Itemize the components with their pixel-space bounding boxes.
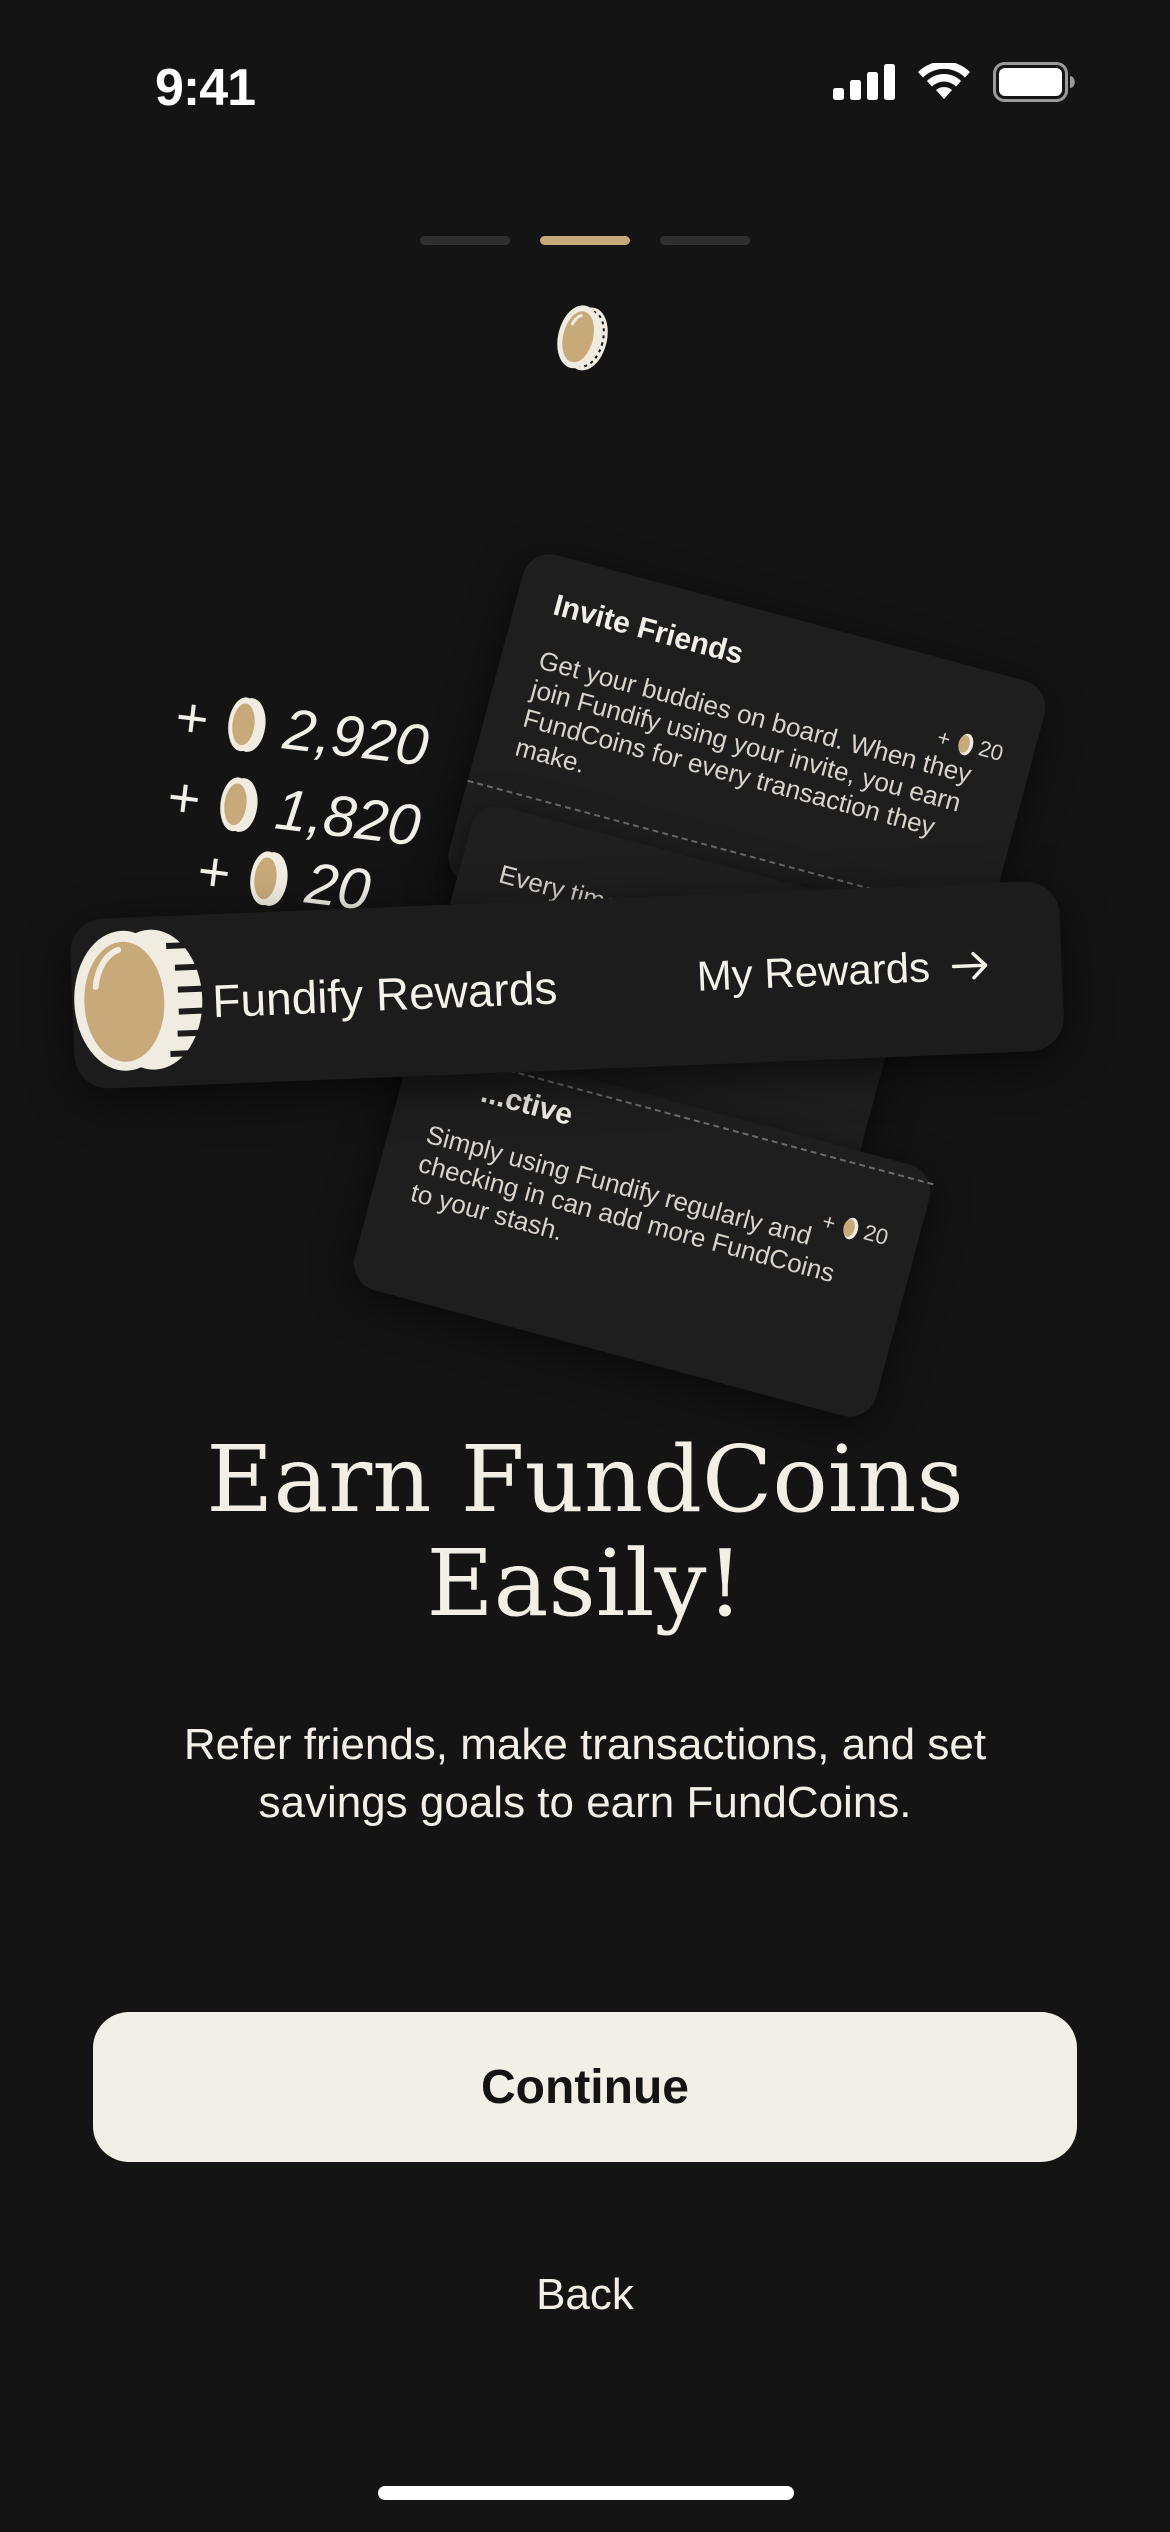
home-indicator bbox=[378, 2486, 794, 2500]
cellular-signal-icon bbox=[833, 64, 895, 100]
coin-icon bbox=[249, 850, 288, 906]
page-title: Earn FundCoins Easily! bbox=[0, 1428, 1170, 1636]
reward-plus: + bbox=[934, 724, 954, 752]
plus-sign: + bbox=[194, 838, 235, 905]
pager-dot-1 bbox=[420, 236, 510, 245]
battery-icon bbox=[993, 62, 1075, 102]
subtitle-line-2: savings goals to earn FundCoins. bbox=[258, 1778, 912, 1827]
arrow-right-icon bbox=[952, 951, 988, 980]
status-icons bbox=[833, 62, 1075, 102]
subtitle-line-1: Refer friends, make transactions, and se… bbox=[183, 1720, 987, 1769]
onboarding-pager bbox=[0, 236, 1170, 245]
banner-title: Fundify Rewards bbox=[211, 961, 559, 1028]
title-line-2: Easily! bbox=[426, 1530, 744, 1637]
pager-dot-3 bbox=[660, 236, 750, 245]
plus-sign: + bbox=[172, 684, 213, 751]
page-subtitle: Refer friends, make transactions, and se… bbox=[0, 1716, 1170, 1832]
card-description: Simply using Fundify regularly and check… bbox=[407, 1119, 838, 1289]
coin-icon bbox=[957, 733, 973, 756]
continue-button[interactable]: Continue bbox=[93, 2012, 1077, 2162]
title-line-1: Earn FundCoins bbox=[206, 1426, 964, 1533]
reward-amount: 20 bbox=[860, 1219, 892, 1250]
fundify-rewards-banner: Fundify Rewards My Rewards bbox=[68, 880, 1066, 1090]
status-time: 9:41 bbox=[155, 59, 256, 117]
coin-icon bbox=[219, 776, 258, 832]
my-rewards-label: My Rewards bbox=[695, 943, 931, 1000]
coin-amount: 2,920 bbox=[279, 696, 432, 779]
wifi-icon bbox=[918, 63, 970, 99]
coin-icon bbox=[74, 929, 205, 1071]
plus-sign: + bbox=[164, 764, 205, 831]
coin-icon bbox=[557, 305, 608, 371]
back-button[interactable]: Back bbox=[0, 2270, 1170, 2320]
pager-dot-2-active bbox=[540, 236, 630, 245]
my-rewards-link[interactable]: My Rewards bbox=[696, 941, 991, 1001]
coin-total-row: + 2,920 bbox=[172, 682, 432, 779]
coin-icon bbox=[227, 696, 266, 752]
